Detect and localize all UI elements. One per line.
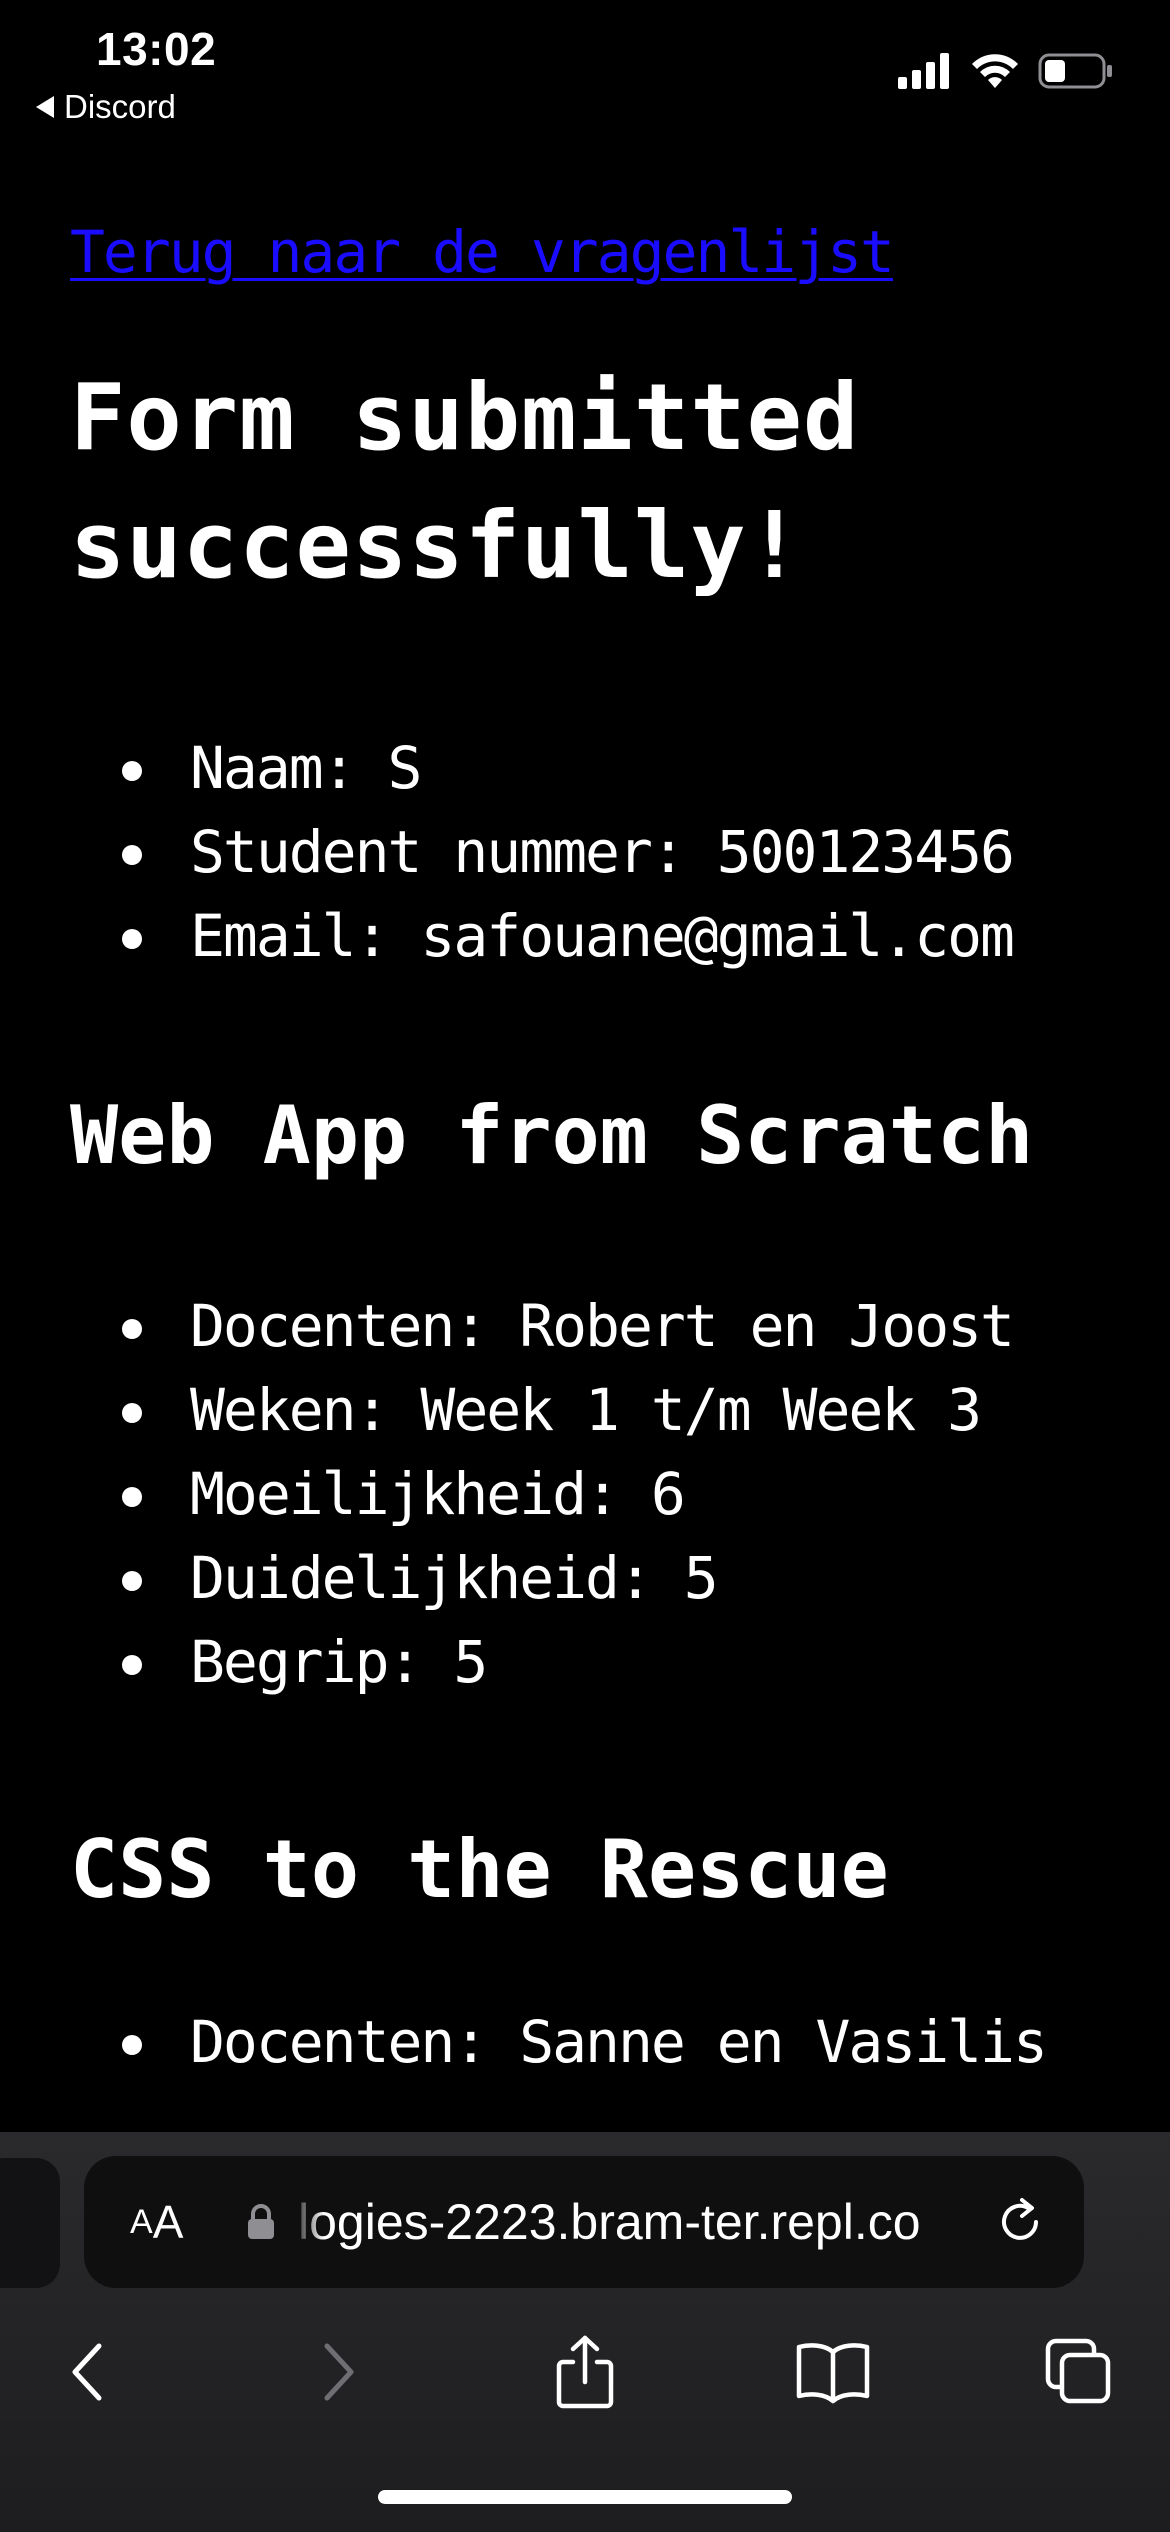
chevron-right-icon [324, 2343, 354, 2401]
course-title-css: CSS to the Rescue [70, 1823, 889, 1916]
back-app-label: Discord [64, 88, 176, 125]
status-time: 13:02 [96, 23, 217, 75]
status-bar: 13:02 Discord [0, 0, 1170, 150]
share-icon [556, 2335, 614, 2409]
address-bar[interactable]: AA logies-2223.bram-ter.repl.co [84, 2156, 1084, 2288]
course-info-list-css: Docenten: Sanne en Vasilis [70, 2000, 1110, 2084]
status-icons [898, 52, 1114, 90]
cellular-signal-icon [898, 53, 949, 89]
back-button[interactable] [32, 2312, 142, 2432]
page-title: Form submitted successfully! [70, 364, 860, 599]
book-icon [796, 2343, 870, 2404]
battery-icon [1038, 53, 1112, 89]
list-item-name: Naam: S [122, 726, 1110, 810]
list-item-docenten: Docenten: Sanne en Vasilis [122, 2000, 1110, 2084]
browser-toolbar: AA logies-2223.bram-ter.repl.co [0, 2132, 1170, 2532]
list-item-email: Email: safouane@gmail.com [122, 894, 1110, 978]
tabs-button[interactable] [1024, 2312, 1134, 2432]
tabs-icon [1045, 2338, 1111, 2404]
back-triangle-icon [36, 96, 54, 118]
wifi-icon [972, 54, 1018, 88]
navigation-row [0, 2312, 1170, 2432]
list-item-student-number: Student nummer: 500123456 [122, 810, 1110, 894]
personal-info-list: Naam: S Student nummer: 500123456 Email:… [70, 726, 1110, 978]
previous-tab-preview[interactable] [0, 2158, 60, 2288]
url-field[interactable]: logies-2223.bram-ter.repl.co [246, 2156, 958, 2288]
share-button[interactable] [530, 2312, 640, 2432]
page-content: Terug naar de vragenlijst Form submitted… [70, 200, 1110, 2130]
list-item-moeilijkheid: Moeilijkheid: 6 [122, 1452, 1110, 1536]
list-item-begrip: Begrip: 5 [122, 1620, 1110, 1704]
back-to-app-button[interactable]: Discord [36, 88, 176, 126]
course-title-web-app: Web App from Scratch [70, 1089, 1034, 1182]
url-text: logies-2223.bram-ter.repl.co [298, 2194, 921, 2250]
text-size-button[interactable]: AA [130, 2156, 183, 2288]
reload-icon[interactable] [992, 2194, 1048, 2250]
list-item-duidelijkheid: Duidelijkheid: 5 [122, 1536, 1110, 1620]
list-item-weken: Weken: Week 1 t/m Week 3 [122, 1368, 1110, 1452]
list-item-docenten: Docenten: Robert en Joost [122, 1284, 1110, 1368]
forward-button[interactable] [284, 2312, 394, 2432]
lock-icon [248, 2204, 274, 2239]
back-to-questionnaire-link[interactable]: Terug naar de vragenlijst [70, 218, 895, 286]
home-indicator[interactable] [378, 2490, 792, 2504]
course-info-list-web-app: Docenten: Robert en Joost Weken: Week 1 … [70, 1284, 1110, 1704]
bookmarks-button[interactable] [778, 2312, 888, 2432]
chevron-left-icon [72, 2343, 102, 2401]
